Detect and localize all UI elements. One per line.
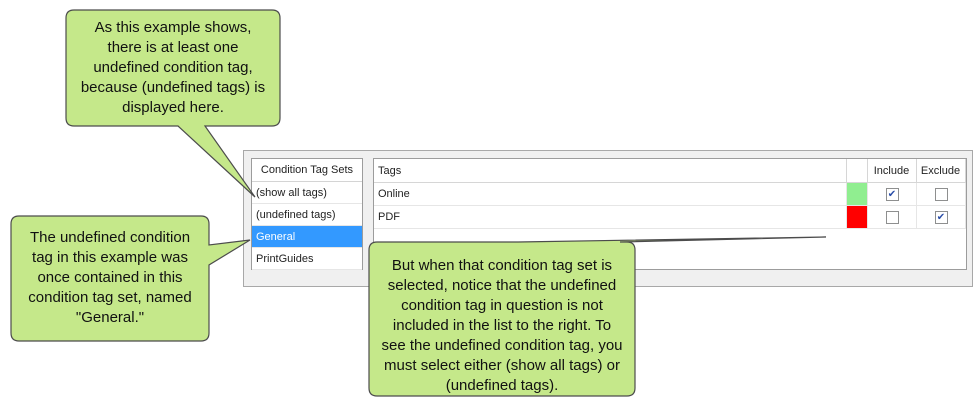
callout-text-line: included in the list to the right. To bbox=[392, 317, 612, 334]
callout-text-line: see the undefined condition tag, you bbox=[381, 337, 623, 354]
callout-text-line: (undefined tags). bbox=[445, 377, 559, 394]
callout-text-line: condition tag in question is not bbox=[401, 297, 603, 314]
callout-text-line: must select either (show all tags) or bbox=[384, 357, 620, 374]
callout-text-line: selected, notice that the undefined bbox=[387, 277, 617, 294]
callout-text-line: But when that condition tag set is bbox=[391, 257, 613, 274]
